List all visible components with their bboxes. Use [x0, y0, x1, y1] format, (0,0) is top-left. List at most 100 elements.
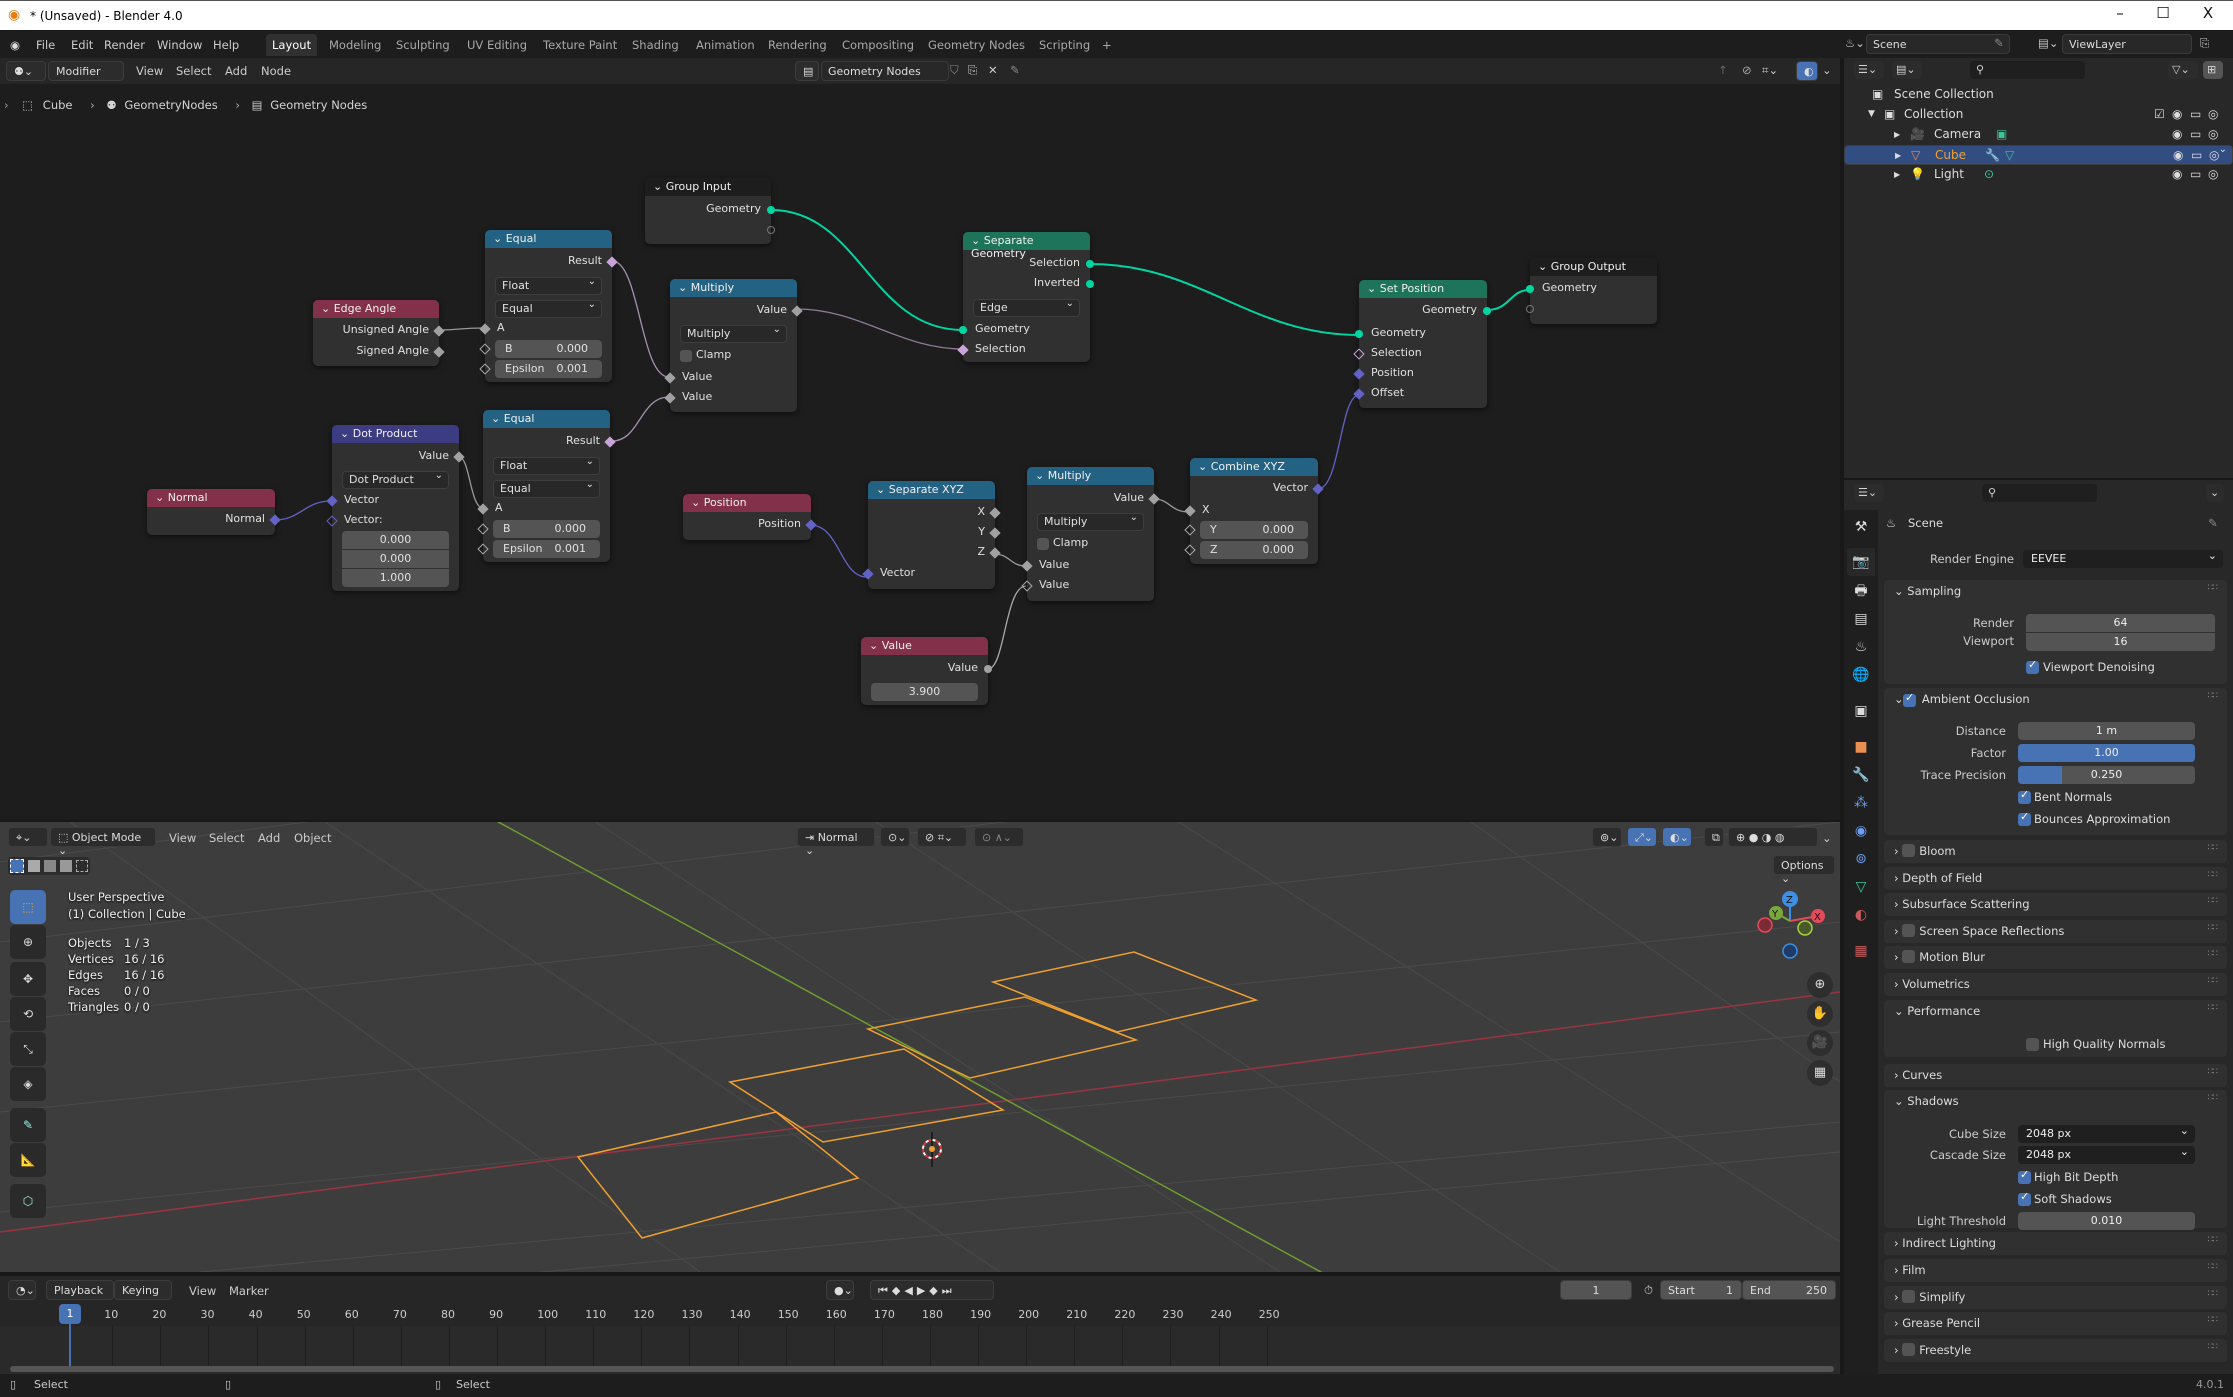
panel-enable-checkbox[interactable]	[1902, 923, 1916, 937]
visibility-eye-icon[interactable]: ◉	[2172, 167, 2182, 181]
viewport-display-icon[interactable]: ▭	[2190, 167, 2201, 181]
tool-add-cube-icon[interactable]: ⬡	[10, 1184, 46, 1218]
panel-freestyle[interactable]: › Freestyle ∷∷	[1884, 1339, 2227, 1363]
auto-key-icon[interactable]: ●⌄	[826, 1280, 854, 1300]
tool-scale-icon[interactable]: ⤡	[10, 1032, 46, 1066]
gizmo-neg-x[interactable]	[1757, 917, 1773, 933]
drag-handle-icon[interactable]: ∷∷	[2208, 976, 2219, 986]
render-camera-icon[interactable]: ◎	[2209, 148, 2219, 162]
expand-arrow-icon[interactable]: ▼	[1868, 109, 1875, 119]
ortho-grid-icon[interactable]: ▦	[1807, 1060, 1833, 1086]
panel-curves[interactable]: › Curves ∷∷	[1884, 1064, 2227, 1087]
stopwatch-icon[interactable]: ⏱	[1644, 1283, 1653, 1298]
node-header[interactable]: ⌄ Multiply	[670, 279, 797, 297]
outliner-object-cube[interactable]: ▶ ▽ Cube 🔧 ▽ ◉ ▭ ◎	[1844, 144, 2233, 165]
vector-x-field[interactable]: 0.000	[342, 531, 449, 549]
node-equal-1[interactable]: ⌄ Equal Result Float Equal A B0.000 Epsi…	[479, 230, 618, 382]
drag-handle-icon[interactable]: ∷∷	[2208, 1262, 2219, 1272]
proportional-edit-icon[interactable]: ⊙ ∧⌄	[974, 827, 1024, 847]
gizmo-neg-z[interactable]	[1782, 943, 1798, 959]
select-intersect-icon[interactable]	[76, 860, 88, 872]
tool-tab-icon[interactable]: ⚒	[1847, 513, 1875, 541]
viewport-display-icon[interactable]: ▭	[2191, 148, 2202, 162]
panel-simplify[interactable]: › Simplify ∷∷	[1884, 1285, 2227, 1309]
material-tab-icon[interactable]: ◐	[1847, 901, 1875, 929]
render-camera-icon[interactable]: ◎	[2208, 167, 2218, 181]
select-extend-icon[interactable]	[28, 860, 40, 872]
scene-tab-icon[interactable]: ♨	[1847, 633, 1875, 661]
node-combine-xyz[interactable]: ⌄ Combine XYZ Vector X Y 0.000 Z 0.000	[1184, 458, 1324, 564]
value-field[interactable]: 3.900	[871, 683, 978, 701]
select-new-icon[interactable]	[10, 859, 24, 873]
panel-indirect-lighting[interactable]: › Indirect Lighting ∷∷	[1884, 1232, 2227, 1255]
close-button[interactable]: X	[2188, 4, 2228, 22]
tool-annotate-icon[interactable]: ✎	[10, 1108, 46, 1142]
drag-handle-icon[interactable]: ∷∷	[2208, 1315, 2219, 1325]
node-header[interactable]: ⌄ Normal	[147, 489, 275, 507]
node-header[interactable]: ⌄ Edge Angle	[313, 300, 439, 318]
keying-menu[interactable]: Keying ⌄	[114, 1280, 172, 1310]
end-frame-field[interactable]: End 250	[1742, 1280, 1836, 1300]
panel-bloom[interactable]: › Bloom ∷∷	[1884, 840, 2227, 863]
menu-view[interactable]: View	[189, 1284, 216, 1298]
node-header[interactable]: ⌄ Equal	[485, 230, 612, 248]
node-group-input[interactable]: ⌄ Group Input Geometry	[645, 178, 775, 244]
gizmo-toggle-icon[interactable]: ⤢⌄	[1627, 827, 1657, 847]
light-threshold-field[interactable]: 0.010	[2018, 1212, 2195, 1230]
expand-arrow-icon[interactable]: ▶	[1895, 151, 1901, 160]
socket-geometry-out[interactable]	[767, 206, 775, 214]
panel-motion-blur[interactable]: › Motion Blur ∷∷	[1884, 946, 2227, 969]
panel-film[interactable]: › Film ∷∷	[1884, 1258, 2227, 1282]
minimize-button[interactable]: –	[2100, 4, 2140, 22]
exclude-checkbox-icon[interactable]: ☑	[2154, 107, 2165, 121]
node-header[interactable]: ⌄ Value	[861, 637, 988, 655]
select-invert-icon[interactable]	[60, 860, 72, 872]
viewport-display-icon[interactable]: ▭	[2190, 107, 2201, 121]
maximize-button[interactable]: ☐	[2143, 4, 2183, 22]
outliner-type-icon[interactable]: ☰⌄	[1854, 61, 1884, 79]
socket-selection-out[interactable]	[1086, 260, 1094, 268]
render-tab-icon[interactable]: 📷	[1847, 548, 1875, 576]
drag-handle-icon[interactable]: ∷∷	[2208, 1067, 2219, 1077]
menu-view[interactable]: View	[169, 831, 196, 845]
filter-icon[interactable]: ▽⌄	[2168, 61, 2198, 79]
drag-handle-icon[interactable]: ∷∷	[2208, 870, 2219, 880]
properties-type-icon[interactable]: ☰⌄	[1854, 484, 1884, 502]
menu-select[interactable]: Select	[209, 831, 244, 845]
panel-header-sampling[interactable]: ⌄ Sampling	[1894, 584, 1961, 598]
node-header[interactable]: ⌄ Position	[683, 494, 811, 512]
drag-handle-icon[interactable]: ∷∷	[2208, 691, 2219, 701]
render-camera-icon[interactable]: ◎	[2208, 107, 2218, 121]
socket-empty-out[interactable]	[767, 226, 775, 234]
panel-enable-checkbox[interactable]	[1902, 950, 1916, 963]
operation-select[interactable]: Multiply	[680, 324, 787, 343]
bounces-checkbox[interactable]	[2018, 810, 2031, 826]
visibility-eye-icon[interactable]: ◉	[2172, 107, 2182, 121]
outliner-scene-collection[interactable]: ▣ Scene Collection	[1844, 85, 2233, 105]
mode-select[interactable]: ⬚ Object Mode ⌄	[50, 827, 156, 857]
data-tab-icon[interactable]: ▽	[1847, 873, 1875, 901]
gizmo-neg-y[interactable]	[1797, 920, 1813, 936]
outliner-collection[interactable]: ▼ ▣ Collection ☑ ◉ ▭ ◎	[1844, 105, 2233, 125]
pin-icon[interactable]: ✎	[2208, 516, 2218, 530]
editor-type-icon[interactable]: ◔⌄	[8, 1280, 36, 1300]
viewport-display-icon[interactable]: ▭	[2190, 127, 2201, 141]
pivot-icon[interactable]: ⊙⌄	[880, 827, 910, 847]
view-layer-selector[interactable]: ViewLayer	[2062, 34, 2192, 54]
node-position[interactable]: ⌄ Position Position	[683, 494, 817, 540]
options-button[interactable]: Options ⌄	[1773, 855, 1835, 885]
drag-handle-icon[interactable]: ∷∷	[2208, 1003, 2219, 1013]
visibility-eye-icon[interactable]: ◉	[2173, 148, 2183, 162]
panel-volumetrics[interactable]: › Volumetrics ∷∷	[1884, 972, 2227, 996]
socket-value-out[interactable]	[984, 665, 992, 673]
node-edge-angle[interactable]: ⌄ Edge Angle Unsigned Angle Signed Angle	[313, 300, 445, 366]
drag-handle-icon[interactable]: ∷∷	[2208, 1289, 2219, 1299]
node-header[interactable]: ⌄ Group Input	[645, 178, 771, 196]
tool-rotate-icon[interactable]: ⟲	[10, 997, 46, 1031]
socket-geometry-out[interactable]	[1483, 307, 1491, 315]
properties-search-input[interactable]: ⚲	[1982, 484, 2097, 502]
tool-measure-icon[interactable]: 📐	[10, 1143, 46, 1177]
drag-handle-icon[interactable]: ∷∷	[2208, 843, 2219, 853]
outliner-search-input[interactable]: ⚲	[1970, 61, 2085, 79]
scene-selector[interactable]: Scene	[1866, 34, 2010, 54]
